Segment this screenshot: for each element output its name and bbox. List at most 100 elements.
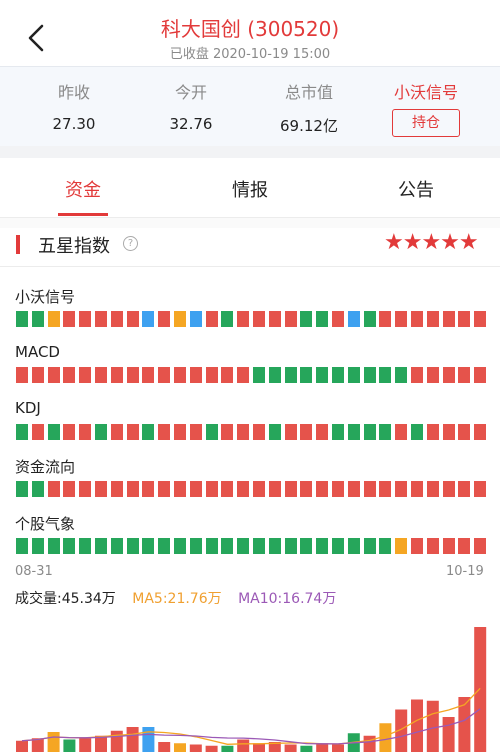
indicator-label: 小沃信号 [15, 288, 76, 306]
indicator-block [174, 367, 186, 383]
indicator-block [268, 481, 281, 497]
tab-intel[interactable]: 情报 [200, 176, 300, 202]
indicator-block [237, 424, 250, 440]
volume-bar [158, 742, 171, 752]
indicator-block [189, 424, 202, 440]
indicator-block [316, 538, 329, 554]
indicator-block [79, 311, 92, 327]
indicator-block [174, 538, 186, 554]
indicator-block [47, 367, 60, 383]
volume-bar [142, 727, 155, 752]
indicator-block [126, 367, 139, 383]
indicator-block [16, 424, 28, 440]
spacer [0, 146, 500, 158]
indicator-block [332, 538, 344, 554]
open-value: 32.76 [169, 115, 213, 133]
indicator-block [300, 311, 313, 327]
indicator-label: 个股气象 [15, 515, 76, 533]
volume-bar [110, 730, 123, 752]
indicator-block [379, 424, 392, 440]
ma10-value: MA10:16.74万 [238, 591, 337, 607]
indicator-block [347, 424, 360, 440]
indicator-block [205, 367, 218, 383]
indicator-block [300, 538, 313, 554]
end-date: 10-19 [446, 564, 484, 579]
indicator-block [411, 367, 423, 383]
indicator-block [332, 424, 344, 440]
indicator-block [126, 424, 139, 440]
signal-label: 小沃信号 [393, 83, 458, 102]
indicator-block [284, 538, 297, 554]
indicator-block [221, 481, 234, 497]
volume-bar [474, 627, 487, 752]
indicator-block [174, 311, 186, 327]
volume-bar [300, 745, 313, 752]
indicator-block [363, 311, 376, 327]
indicator-block [474, 538, 487, 554]
indicator-block [47, 481, 60, 497]
ma5-value: MA5:21.76万 [132, 591, 222, 607]
indicator-block [379, 367, 392, 383]
indicator-block [347, 311, 360, 327]
indicator-block [142, 367, 155, 383]
indicator-block [253, 367, 265, 383]
indicator-block [79, 424, 92, 440]
indicator-block [31, 481, 44, 497]
indicator-block [126, 538, 139, 554]
indicator-block [95, 538, 107, 554]
hold-button[interactable]: 持仓 [392, 109, 460, 137]
stock-title: 科大国创 (300520) [160, 17, 340, 41]
help-icon[interactable]: ? [123, 236, 138, 251]
volume-bar [442, 717, 455, 752]
indicator-block [174, 424, 186, 440]
indicator-block [411, 538, 423, 554]
indicator-block [332, 367, 344, 383]
indicator-block [458, 367, 471, 383]
indicator-block [284, 481, 297, 497]
volume-bar [332, 744, 344, 752]
prev-close-label: 昨收 [57, 83, 90, 102]
indicator-block [268, 424, 281, 440]
indicator-block [158, 367, 171, 383]
indicator-block [142, 481, 155, 497]
indicator-block [411, 311, 423, 327]
indicator-block [189, 538, 202, 554]
indicator-block [237, 481, 250, 497]
market-cap-value: 69.12亿 [280, 117, 338, 135]
volume-bar [411, 699, 423, 752]
volume-chart [16, 627, 487, 752]
volume-legend: 成交量:45.34万 MA5:21.76万 MA10:16.74万 [15, 588, 348, 608]
indicator-block [363, 367, 376, 383]
indicator-block [95, 481, 107, 497]
indicator-block [110, 367, 123, 383]
indicator-block [221, 538, 234, 554]
indicator-block [284, 367, 297, 383]
tab-announcements[interactable]: 公告 [366, 176, 466, 202]
volume-bar [16, 740, 28, 752]
volume-bar [237, 739, 250, 752]
indicator-block [395, 481, 408, 497]
indicator-block [458, 481, 471, 497]
volume-bar [63, 739, 76, 752]
indicator-block [31, 424, 44, 440]
indicator-block [47, 538, 60, 554]
volume-bar [221, 745, 234, 752]
indicator-block [237, 311, 250, 327]
indicator-block [268, 538, 281, 554]
indicator-block [31, 311, 44, 327]
indicator-block [316, 311, 329, 327]
indicator-block [474, 424, 487, 440]
indicator-block [205, 481, 218, 497]
indicator-block [300, 424, 313, 440]
indicator-block [189, 481, 202, 497]
star-rating: ★★★★★ [384, 230, 479, 255]
indicator-block [63, 481, 76, 497]
indicator-block [379, 311, 392, 327]
indicator-block [395, 367, 408, 383]
indicator-block [474, 481, 487, 497]
volume-bar [316, 743, 329, 752]
open-label: 今开 [174, 83, 207, 102]
indicator-block [426, 311, 439, 327]
indicator-block [426, 481, 439, 497]
tab-funds[interactable]: 资金 [33, 176, 133, 202]
